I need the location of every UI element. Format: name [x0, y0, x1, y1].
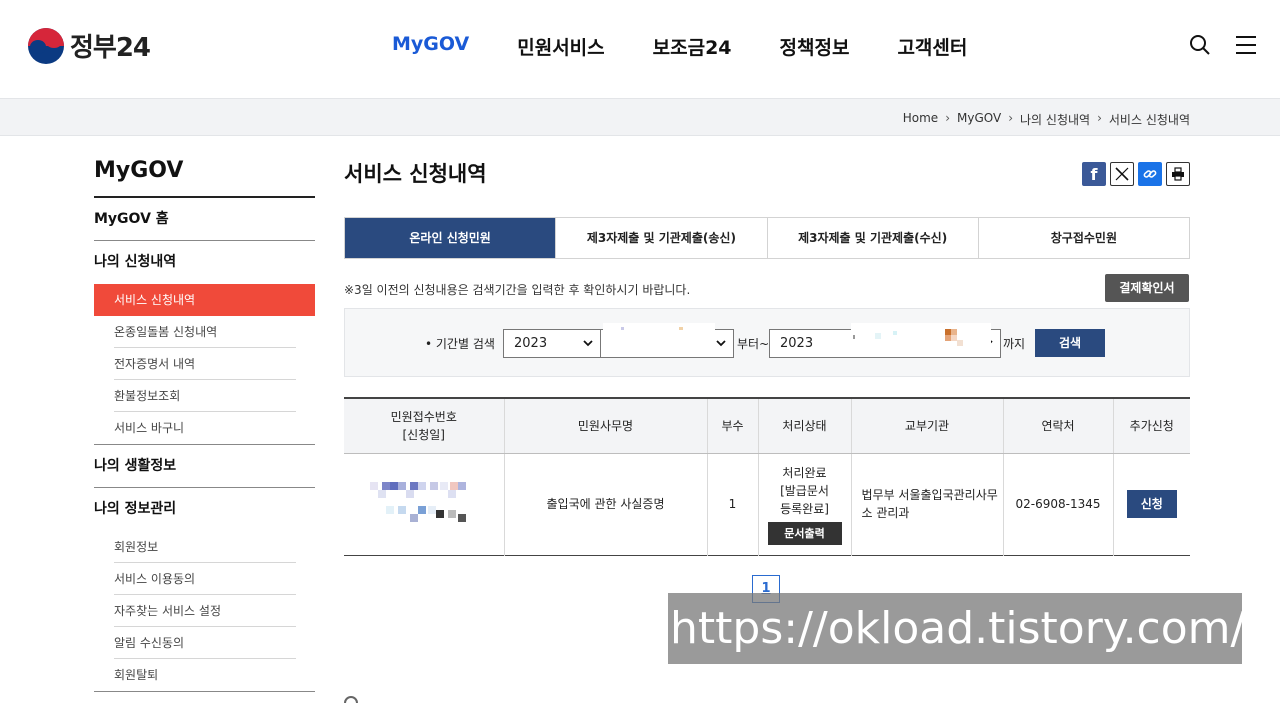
tab-third-party-sent[interactable]: 제3자제출 및 기관제출(송신)	[555, 218, 766, 258]
search-button[interactable]: 검색	[1035, 329, 1105, 357]
contact-phone: 02-6908-1345	[1003, 453, 1114, 555]
bottom-info-icon	[344, 696, 358, 703]
sidebar-item-e-certificate[interactable]: 전자증명서 내역	[114, 348, 296, 380]
sidebar-item-service-applications[interactable]: 서비스 신청내역	[94, 284, 315, 316]
page-title: 서비스 신청내역	[344, 162, 487, 186]
nav-subsidy[interactable]: 보조금24	[653, 33, 732, 60]
redacted-date-2	[851, 323, 991, 357]
sidebar-group-info-management[interactable]: 나의 정보관리	[94, 488, 315, 531]
sidebar-title: MyGOV	[94, 158, 315, 198]
main-nav: MyGOV 민원서비스 보조금24 정책정보 고객센터	[392, 33, 1015, 60]
sidebar-item-favorite-settings[interactable]: 자주찾는 서비스 설정	[114, 595, 296, 627]
search-icon[interactable]	[1189, 34, 1211, 56]
period-search-box: • 기간별 검색 2023 부터~ 2023 까지 검색	[344, 308, 1190, 377]
sidebar-item-service-basket[interactable]: 서비스 바구니	[114, 412, 296, 444]
col-issuing-agency: 교부기관	[851, 398, 1004, 454]
from-text: 부터~	[737, 337, 770, 351]
col-status: 처리상태	[758, 398, 852, 454]
nav-customer-center[interactable]: 고객센터	[897, 33, 967, 60]
redacted-date	[603, 323, 715, 356]
copies: 1	[707, 453, 759, 555]
sidebar: MyGOV MyGOV 홈 나의 신청내역 서비스 신청내역 온종일돌봄 신청내…	[94, 158, 315, 692]
tab-online-applications[interactable]: 온라인 신청민원	[345, 218, 556, 258]
nav-policy[interactable]: 정책정보	[780, 33, 850, 60]
logo[interactable]: 정부24	[28, 27, 151, 64]
apply-cell: 신청	[1113, 453, 1190, 555]
table-row: 출입국에 관한 사실증명 1 처리완료 [발급문서 등록완료] 문서출력 법무부…	[344, 453, 1190, 555]
sidebar-item-service-consent[interactable]: 서비스 이용동의	[114, 563, 296, 595]
receipt-number-redacted	[344, 453, 505, 555]
x-twitter-icon[interactable]	[1110, 162, 1134, 186]
to-text: 까지	[1003, 337, 1026, 351]
breadcrumb: Home › MyGOV › 나의 신청내역 › 서비스 신청내역	[902, 111, 1190, 128]
col-copies: 부수	[707, 398, 759, 454]
status-text: 처리완료 [발급문서 등록완료]	[780, 465, 829, 516]
col-receipt-number: 민원접수번호 [신청일]	[344, 398, 505, 454]
header: 정부24 MyGOV 민원서비스 보조금24 정책정보 고객센터	[0, 0, 1280, 98]
status-cell: 처리완료 [발급문서 등록완료] 문서출력	[758, 453, 852, 555]
service-name[interactable]: 출입국에 관한 사실증명	[504, 453, 708, 555]
payment-receipt-button[interactable]: 결제확인서	[1105, 274, 1189, 302]
sidebar-group-life-info[interactable]: 나의 생활정보	[94, 445, 315, 488]
issuing-agency: 법무부 서울출입국관리사무소 관리과	[851, 453, 1004, 555]
nav-mygov[interactable]: MyGOV	[392, 33, 469, 60]
sidebar-item-all-day-care[interactable]: 온종일돌봄 신청내역	[114, 316, 296, 348]
taegeuk-logo-icon	[28, 27, 64, 64]
sidebar-item-notification-consent[interactable]: 알림 수신동의	[114, 627, 296, 659]
sidebar-group-applications[interactable]: 나의 신청내역	[94, 241, 315, 284]
breadcrumb-my-applications[interactable]: 나의 신청내역	[1020, 111, 1090, 128]
from-year-select[interactable]: 2023	[503, 329, 601, 358]
additional-apply-button[interactable]: 신청	[1126, 490, 1177, 518]
col-contact: 연락처	[1003, 398, 1114, 454]
main-content: 서비스 신청내역 f 온라인 신청민원 제3자제출 및 기관제출(송신) 제3자…	[344, 158, 1190, 603]
watermark: https://okload.tistory.com/	[668, 593, 1242, 664]
link-icon[interactable]	[1138, 162, 1162, 186]
tab-counter-applications[interactable]: 창구접수민원	[977, 218, 1189, 258]
breadcrumb-home[interactable]: Home	[903, 111, 938, 128]
sidebar-item-withdraw[interactable]: 회원탈퇴	[114, 659, 296, 691]
breadcrumb-mygov[interactable]: MyGOV	[957, 111, 1001, 128]
share-buttons: f	[1078, 162, 1190, 186]
tab-third-party-received[interactable]: 제3자제출 및 기관제출(수신)	[766, 218, 978, 258]
col-service-name: 민원사무명	[504, 398, 708, 454]
sidebar-item-member-info[interactable]: 회원정보	[114, 531, 296, 563]
table-header-row: 민원접수번호 [신청일] 민원사무명 부수 처리상태 교부기관 연락처 추가신청	[344, 398, 1190, 454]
breadcrumb-current: 서비스 신청내역	[1108, 113, 1190, 127]
notice-text: ※3일 이전의 신청내용은 검색기간을 입력한 후 확인하시기 바랍니다.	[344, 283, 691, 297]
print-icon[interactable]	[1166, 162, 1190, 186]
logo-text: 정부24	[70, 33, 151, 63]
document-print-button[interactable]: 문서출력	[767, 521, 842, 545]
breadcrumb-bar: Home › MyGOV › 나의 신청내역 › 서비스 신청내역	[0, 98, 1280, 136]
facebook-icon[interactable]: f	[1082, 162, 1106, 186]
sidebar-item-refund[interactable]: 환불정보조회	[114, 380, 296, 412]
sidebar-item-mygov-home[interactable]: MyGOV 홈	[94, 198, 315, 241]
period-search-label: • 기간별 검색	[425, 337, 495, 351]
hamburger-menu-icon[interactable]	[1235, 34, 1257, 56]
col-additional-apply: 추가신청	[1113, 398, 1190, 454]
nav-civil-service[interactable]: 민원서비스	[517, 33, 604, 60]
application-tabs: 온라인 신청민원 제3자제출 및 기관제출(송신) 제3자제출 및 기관제출(수…	[344, 217, 1190, 259]
applications-table: 민원접수번호 [신청일] 민원사무명 부수 처리상태 교부기관 연락처 추가신청	[344, 397, 1190, 556]
